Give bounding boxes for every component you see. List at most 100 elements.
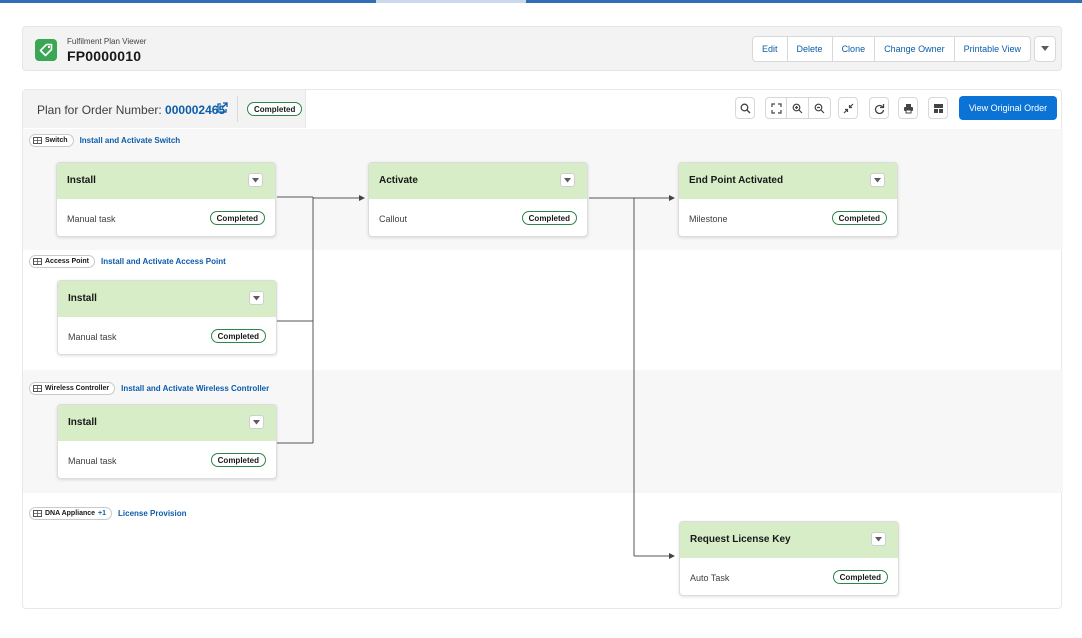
task-status-badge: Completed [831,211,887,225]
chevron-down-icon [875,536,882,541]
task-card[interactable]: Install Manual task Completed [56,162,276,237]
lane-chip-count: +1 [98,510,107,517]
chevron-down-icon [874,177,881,182]
task-status-badge: Completed [832,570,888,584]
task-card[interactable]: Install Manual task Completed [57,404,277,479]
task-status-badge: Completed [210,453,266,467]
plan-label-box: Plan for Order Number: 000002465 Complet… [23,90,306,128]
collapse-button[interactable] [838,97,858,119]
task-card[interactable]: Request License Key Auto Task Completed [679,521,899,596]
lane-chip-access-point[interactable]: Access Point [29,255,95,268]
plan-toolbar: Plan for Order Number: 000002465 Complet… [23,90,1063,128]
refresh-button[interactable] [869,97,889,119]
lane-chip-label: DNA Appliance [45,510,96,517]
layout-icon [933,103,943,113]
task-title: Install [68,417,97,428]
lane-chip-label: Switch [45,137,68,144]
record-title: FP0000010 [67,48,142,64]
lane-tag-access-point: Access Point Install and Activate Access… [29,255,226,268]
lane-tag-switch: Switch Install and Activate Switch [29,134,180,147]
search-icon [740,103,750,113]
layout-button[interactable] [928,97,948,119]
chevron-down-icon [253,295,260,300]
lane-chip-dna-appliance[interactable]: DNA Appliance +1 [29,507,113,520]
task-title: Install [67,175,96,186]
zoom-controls [765,97,831,119]
record-header: Fulfilment Plan Viewer FP0000010 Edit De… [22,26,1062,71]
lane-chip-label: Access Point [45,258,89,265]
lane-chip-label: Wireless Controller [45,385,110,392]
task-status-badge: Completed [210,329,266,343]
clone-button[interactable]: Clone [833,37,876,61]
plan-label: Plan for Order Number: 000002465 [37,103,225,117]
change-owner-button[interactable]: Change Owner [875,37,955,61]
lane-link-switch[interactable]: Install and Activate Switch [80,136,181,145]
task-card[interactable]: Activate Callout Completed [368,162,588,237]
task-menu-button[interactable] [249,415,264,429]
chevron-down-icon [252,177,259,182]
chevron-down-icon [564,177,571,182]
chevron-down-icon [1041,46,1049,51]
task-menu-button[interactable] [560,173,575,187]
task-menu-button[interactable] [248,173,263,187]
grid-icon [33,258,42,265]
task-menu-button[interactable] [870,173,885,187]
lane-chip-wireless-controller[interactable]: Wireless Controller [29,382,116,395]
print-icon [903,103,913,113]
header-action-group: Edit Delete Clone Change Owner Printable… [752,36,1031,62]
plan-status-badge: Completed [247,102,303,116]
task-card-header: Activate [369,163,587,199]
task-title: Activate [379,175,418,186]
collapse-icon [843,103,853,113]
task-title: End Point Activated [689,175,784,186]
zoom-out-icon [814,103,825,113]
zoom-in-icon [792,103,803,113]
task-title: Install [68,293,97,304]
task-card-header: End Point Activated [679,163,897,199]
task-status-badge: Completed [209,211,265,225]
edit-button[interactable]: Edit [753,37,788,61]
task-menu-button[interactable] [249,291,264,305]
grid-icon [33,385,42,392]
view-original-order-button[interactable]: View Original Order [959,96,1057,120]
task-type: Callout [379,214,408,224]
task-card-header: Install [58,281,276,317]
lane-link-access-point[interactable]: Install and Activate Access Point [101,257,226,266]
task-type: Milestone [689,214,728,224]
task-card-header: Request License Key [680,522,898,558]
lane-chip-switch[interactable]: Switch [29,134,74,147]
fit-screen-icon [771,102,782,114]
task-card[interactable]: Install Manual task Completed [57,280,277,355]
grid-icon [33,510,42,517]
task-card-header: Install [58,405,276,441]
grid-icon [33,137,42,144]
zoom-out-button[interactable] [809,98,830,118]
task-type: Auto Task [690,573,730,583]
task-menu-button[interactable] [871,532,886,546]
lane-tag-dna-appliance: DNA Appliance +1 License Provision [29,507,187,520]
plan-label-text: Plan for Order Number: [37,103,166,117]
more-actions-button[interactable] [1034,36,1056,62]
task-status-badge: Completed [521,211,577,225]
plan-divider [237,96,238,122]
delete-button[interactable]: Delete [788,37,833,61]
printable-view-button[interactable]: Printable View [955,37,1030,61]
task-type: Manual task [68,456,117,466]
record-type-label: Fulfilment Plan Viewer [67,37,147,46]
search-button[interactable] [735,97,755,119]
zoom-in-button[interactable] [787,98,809,118]
lane-link-wireless-controller[interactable]: Install and Activate Wireless Controller [121,384,269,393]
lane-tag-wireless-controller: Wireless Controller Install and Activate… [29,382,269,395]
fit-screen-button[interactable] [766,98,788,118]
task-card-header: Install [57,163,275,199]
tag-icon [35,39,57,61]
task-card[interactable]: End Point Activated Milestone Completed [678,162,898,237]
lane-link-dna-appliance[interactable]: License Provision [118,509,186,518]
refresh-icon [874,103,884,114]
task-title: Request License Key [690,534,791,545]
task-type: Manual task [67,214,116,224]
task-type: Manual task [68,332,117,342]
external-link-icon[interactable] [215,101,229,115]
print-button[interactable] [898,97,918,119]
chevron-down-icon [253,419,260,424]
